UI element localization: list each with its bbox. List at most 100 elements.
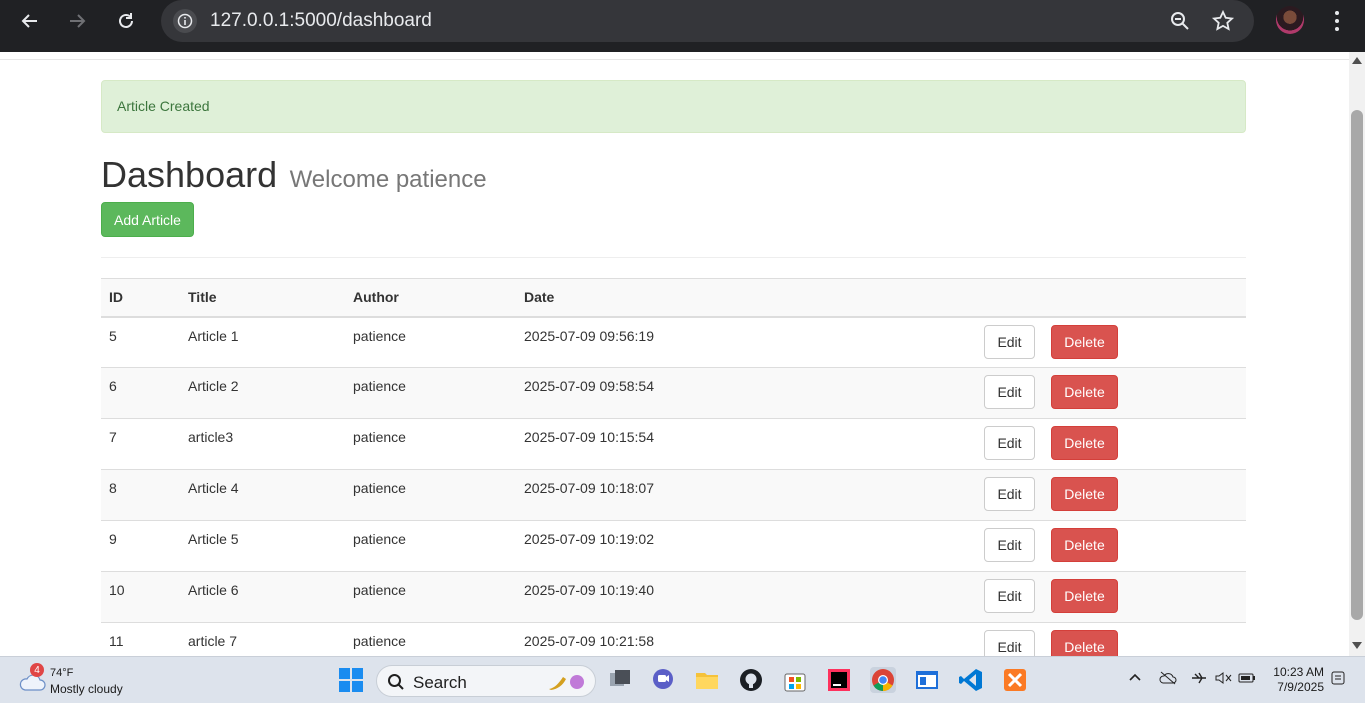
- divider: [101, 257, 1246, 258]
- cell-title: Article 4: [180, 469, 345, 521]
- jetbrains-icon[interactable]: [826, 667, 852, 693]
- delete-button[interactable]: Delete: [1051, 477, 1118, 511]
- table-row: 10 Article 6 patience 2025-07-09 10:19:40 Ed…: [101, 571, 1246, 623]
- forward-arrow-icon: [70, 14, 86, 28]
- onedrive-off-icon[interactable]: [1159, 671, 1177, 688]
- reload-icon: [119, 13, 133, 28]
- cell-edit: Edit: [976, 571, 1043, 623]
- browser-menu-icon[interactable]: [1330, 8, 1344, 34]
- edit-button[interactable]: Edit: [984, 477, 1035, 511]
- cell-title: article3: [180, 418, 345, 470]
- zoom-icon[interactable]: [1168, 9, 1192, 33]
- add-article-button[interactable]: Add Article: [101, 202, 194, 237]
- dashboard-heading: Dashboard: [101, 154, 278, 195]
- edit-button[interactable]: Edit: [984, 579, 1035, 613]
- table-row: 7 article3 patience 2025-07-09 10:15:54 Edit…: [101, 418, 1246, 470]
- cell-date: 2025-07-09 10:19:40: [516, 571, 976, 623]
- url-text[interactable]: 127.0.0.1:5000/dashboard: [210, 10, 432, 32]
- weather-temp: 74°F: [50, 667, 74, 679]
- weather-widget[interactable]: 4 74°F Mostly cloudy: [16, 663, 156, 697]
- cell-date: 2025-07-09 10:19:02: [516, 520, 976, 572]
- github-icon[interactable]: [738, 667, 764, 693]
- chrome-icon[interactable]: [870, 667, 896, 693]
- back-button[interactable]: [17, 8, 43, 34]
- vscode-icon[interactable]: [958, 667, 984, 693]
- site-info-icon[interactable]: [173, 9, 197, 33]
- cell-edit: Edit: [976, 520, 1043, 572]
- bookmark-star-icon[interactable]: [1211, 9, 1235, 33]
- browser-toolbar: 127.0.0.1:5000/dashboard: [0, 0, 1365, 52]
- taskbar-clock[interactable]: 10:23 AM 7/9/2025: [1268, 665, 1324, 695]
- delete-button[interactable]: Delete: [1051, 630, 1118, 656]
- edit-button[interactable]: Edit: [984, 630, 1035, 656]
- cell-edit: Edit: [976, 367, 1043, 419]
- column-header-id: ID: [101, 278, 180, 318]
- navbar-edge: [0, 52, 1349, 60]
- delete-button[interactable]: Delete: [1051, 528, 1118, 562]
- forward-button[interactable]: [64, 8, 90, 34]
- windows-taskbar: 4 74°F Mostly cloudy Search 10:23 AM 7/9…: [0, 656, 1365, 703]
- battery-icon[interactable]: [1238, 671, 1256, 688]
- xampp-icon[interactable]: [1002, 667, 1028, 693]
- column-header-date: Date: [516, 278, 976, 318]
- profile-avatar[interactable]: [1276, 6, 1304, 34]
- chevron-up-icon[interactable]: [1128, 671, 1142, 688]
- delete-button[interactable]: Delete: [1051, 426, 1118, 460]
- cell-title: Article 2: [180, 367, 345, 419]
- taskbar-search[interactable]: Search: [376, 665, 596, 697]
- column-header-author: Author: [345, 278, 516, 318]
- cell-date: 2025-07-09 10:15:54: [516, 418, 976, 470]
- cell-delete: Delete: [1043, 367, 1246, 419]
- microsoft-store-icon[interactable]: [782, 667, 808, 693]
- cell-delete: Delete: [1043, 520, 1246, 572]
- cell-title: Article 6: [180, 571, 345, 623]
- cell-id: 7: [101, 418, 180, 470]
- table-row: 8 Article 4 patience 2025-07-09 10:18:07 Edi…: [101, 469, 1246, 521]
- cell-date: 2025-07-09 10:18:07: [516, 469, 976, 521]
- scroll-down-arrow-icon[interactable]: [1352, 642, 1362, 649]
- cell-edit: Edit: [976, 418, 1043, 470]
- cell-delete: Delete: [1043, 622, 1246, 656]
- task-view-icon[interactable]: [607, 667, 633, 693]
- cell-delete: Delete: [1043, 316, 1246, 368]
- delete-button[interactable]: Delete: [1051, 324, 1118, 359]
- cell-edit: Edit: [976, 316, 1043, 368]
- articles-table: ID Title Author Date 5 Article 1 patience 2…: [101, 278, 1246, 656]
- app-window-icon[interactable]: [914, 667, 940, 693]
- delete-button[interactable]: Delete: [1051, 579, 1118, 613]
- cell-date: 2025-07-09 10:21:58: [516, 622, 976, 656]
- delete-button[interactable]: Delete: [1051, 375, 1118, 409]
- cell-date: 2025-07-09 09:58:54: [516, 367, 976, 419]
- clock-time: 10:23 AM: [1273, 665, 1324, 679]
- edit-button[interactable]: Edit: [984, 528, 1035, 562]
- table-row: 9 Article 5 patience 2025-07-09 10:19:02 Edi…: [101, 520, 1246, 572]
- table-row: 11 article 7 patience 2025-07-09 10:21:58 Ed…: [101, 622, 1246, 656]
- file-explorer-icon[interactable]: [694, 667, 720, 693]
- speaker-muted-icon[interactable]: [1214, 671, 1232, 688]
- cell-edit: Edit: [976, 622, 1043, 656]
- cell-author: patience: [345, 622, 516, 656]
- cell-title: Article 1: [180, 316, 345, 368]
- cell-id: 8: [101, 469, 180, 521]
- scrollbar-thumb[interactable]: [1351, 110, 1363, 620]
- page-viewport: Article Created Dashboard Welcome patien…: [0, 52, 1349, 656]
- edit-button[interactable]: Edit: [984, 324, 1035, 359]
- chat-icon[interactable]: [650, 667, 676, 693]
- cell-id: 5: [101, 316, 180, 368]
- notification-icon[interactable]: [1331, 671, 1345, 688]
- windows-start-icon[interactable]: [338, 667, 364, 693]
- edit-button[interactable]: Edit: [984, 426, 1035, 460]
- weather-condition: Mostly cloudy: [50, 682, 123, 696]
- success-alert: Article Created: [101, 80, 1246, 133]
- address-bar[interactable]: 127.0.0.1:5000/dashboard: [161, 0, 1254, 42]
- welcome-subtitle: Welcome patience: [289, 166, 487, 193]
- scroll-up-arrow-icon[interactable]: [1352, 57, 1362, 64]
- edit-button[interactable]: Edit: [984, 375, 1035, 409]
- vertical-scrollbar[interactable]: [1349, 52, 1365, 656]
- search-icon: [388, 674, 404, 690]
- network-icon[interactable]: [1190, 671, 1208, 688]
- cell-author: patience: [345, 367, 516, 419]
- search-highlight-icon: [549, 675, 584, 690]
- reload-button[interactable]: [113, 8, 139, 34]
- weather-badge: 4: [30, 663, 44, 677]
